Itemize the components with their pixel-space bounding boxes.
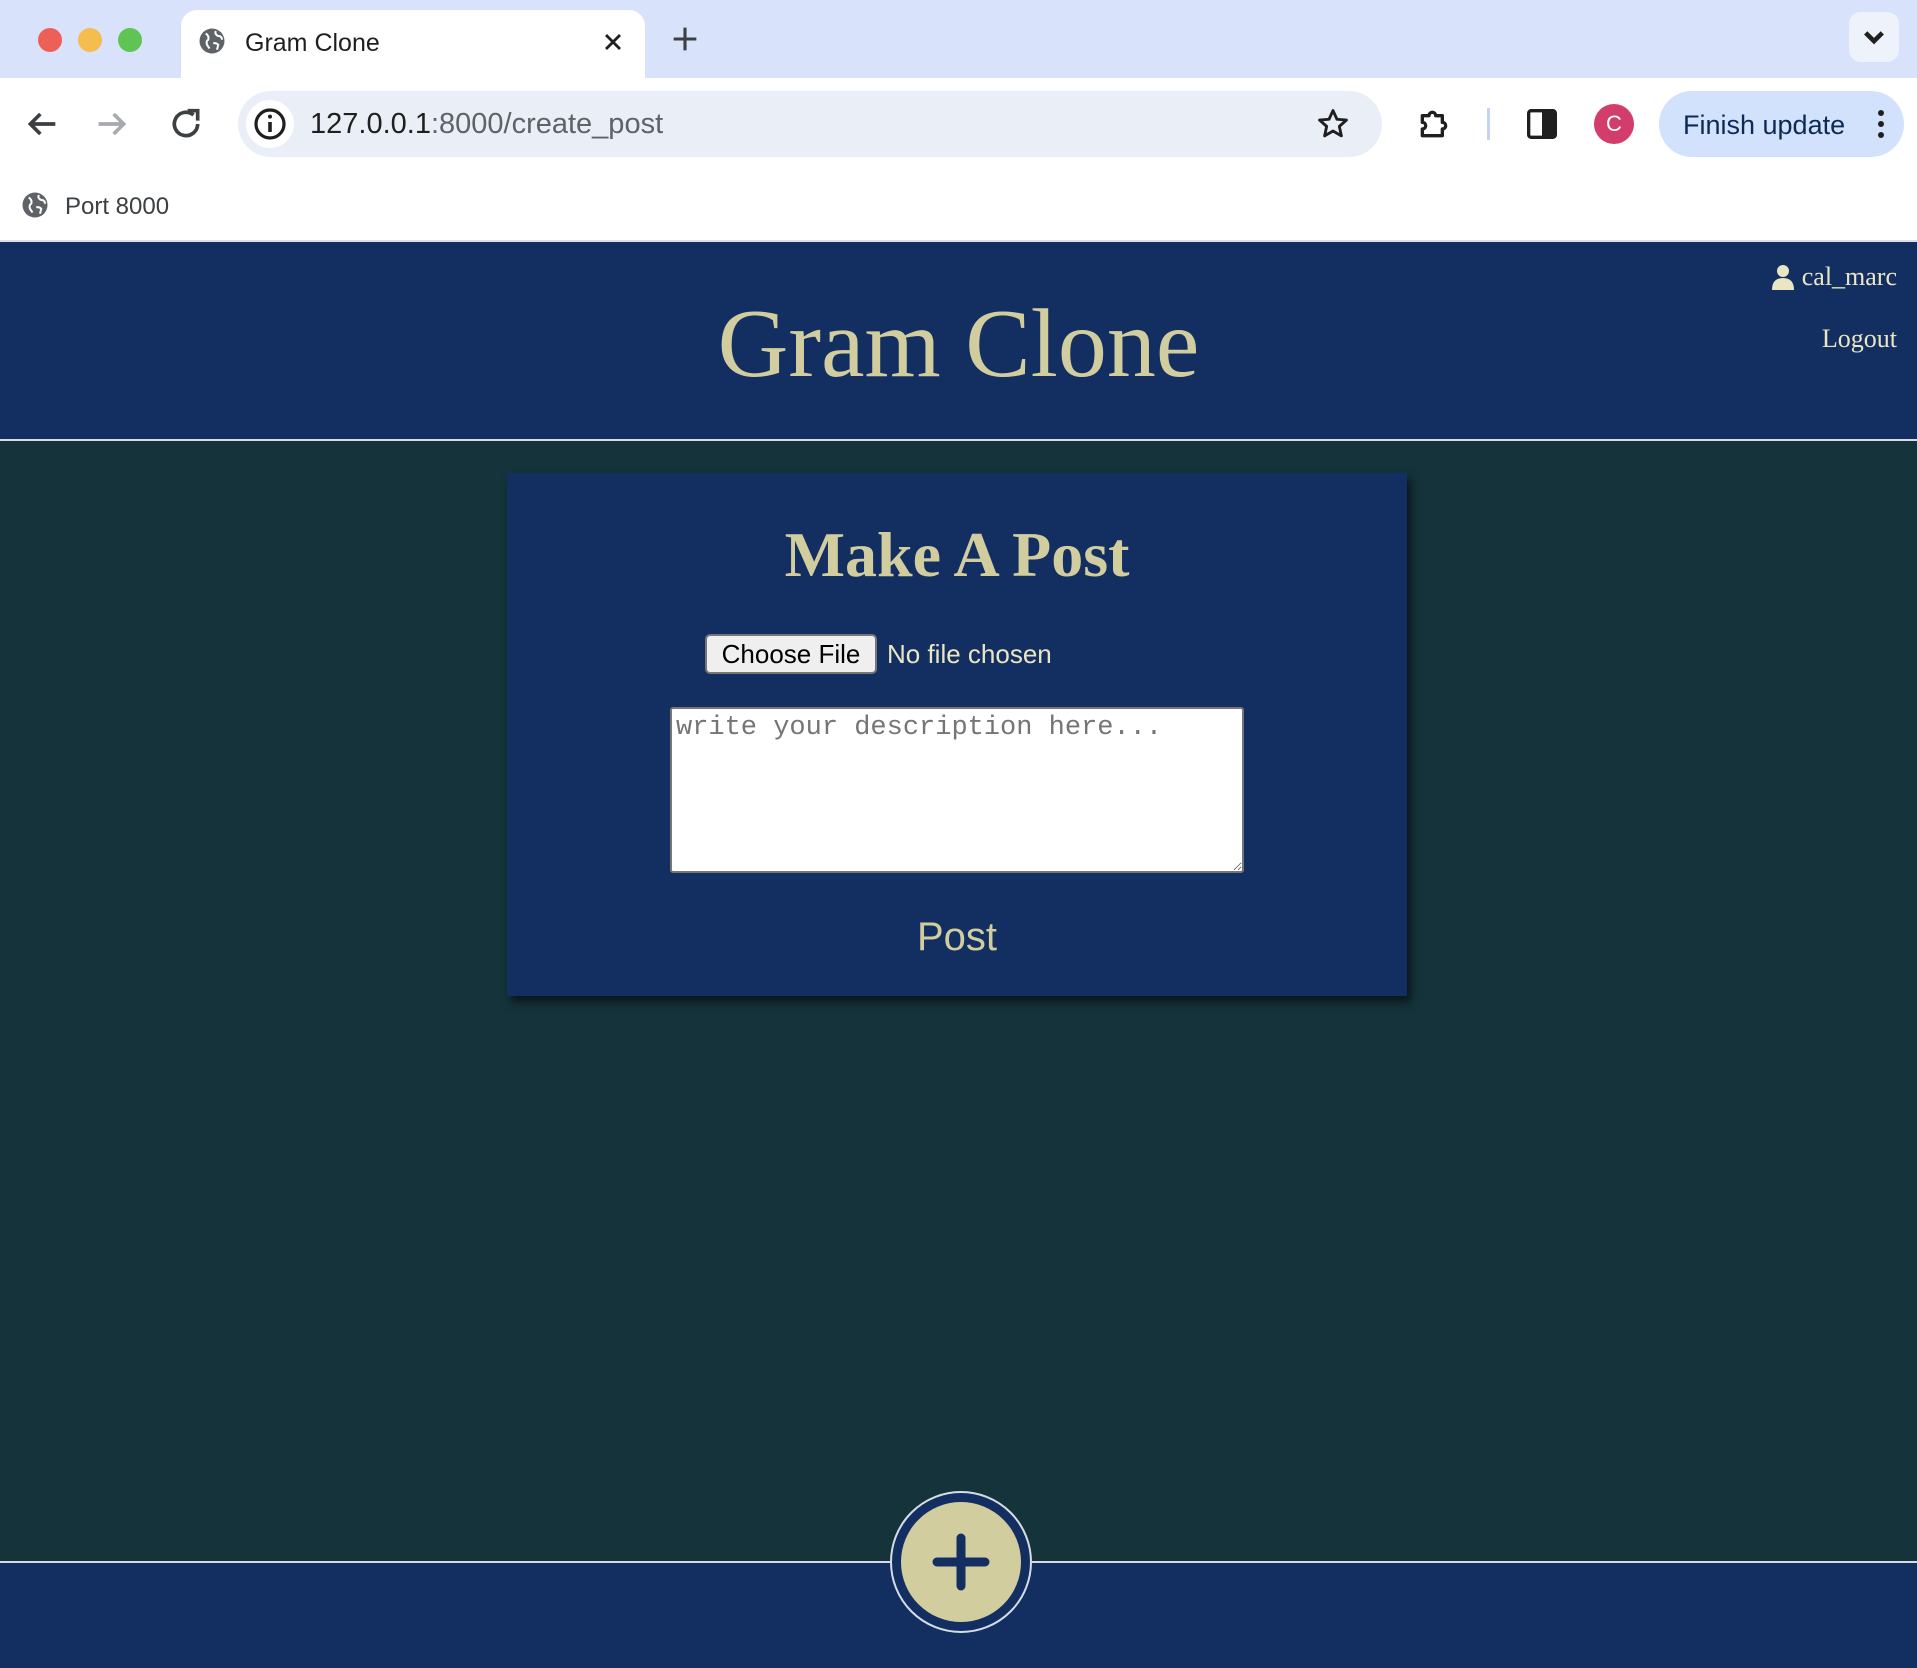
username-label: cal_marc [1801, 262, 1897, 291]
post-submit-button[interactable]: Post [507, 915, 1407, 960]
bookmarks-bar: Port 8000 [0, 170, 1917, 242]
create-post-card: Make A Post Choose File No file chosen P… [507, 473, 1407, 996]
file-status: No file chosen [887, 639, 1052, 669]
back-arrow-icon[interactable] [22, 104, 62, 144]
tab-search-button[interactable] [1849, 12, 1899, 62]
window-zoom-button[interactable] [118, 28, 142, 52]
site-title[interactable]: Gram Clone [0, 288, 1917, 400]
forward-arrow-icon[interactable] [92, 104, 132, 144]
browser-tab[interactable]: Gram Clone [181, 10, 645, 78]
card-title: Make A Post [784, 519, 1130, 590]
toolbar-divider [1487, 108, 1490, 140]
url-path: :8000/create_post [430, 108, 664, 140]
plus-icon [932, 1533, 990, 1591]
url-host: 127.0.0.1 [310, 108, 431, 140]
description-textarea[interactable] [670, 707, 1244, 873]
finish-update-label: Finish update [1683, 110, 1846, 140]
profile-avatar[interactable]: C [1594, 104, 1634, 144]
choose-file-button[interactable]: Choose File [705, 634, 877, 674]
chevron-down-icon [1864, 31, 1884, 45]
profile-link[interactable]: cal_marc [1771, 262, 1897, 292]
address-bar[interactable]: 127.0.0.1:8000/create_post [238, 91, 1382, 157]
more-vert-icon [1878, 110, 1884, 138]
logout-link[interactable]: Logout [1822, 324, 1897, 354]
site-header: Gram Clone cal_marc Logout [0, 242, 1917, 441]
user-icon [1771, 265, 1794, 290]
url-text[interactable]: 127.0.0.1:8000/create_post [310, 108, 663, 141]
browser-tab-strip: Gram Clone [0, 0, 1917, 78]
site-info-button[interactable] [246, 100, 294, 148]
info-icon [254, 108, 286, 140]
close-icon[interactable] [599, 28, 627, 56]
bookmark-star-icon[interactable] [1314, 105, 1352, 143]
bookmark-label: Port 8000 [65, 193, 170, 220]
globe-icon [199, 28, 225, 54]
finish-update-button[interactable]: Finish update [1659, 91, 1904, 157]
new-tab-icon[interactable] [668, 22, 702, 56]
add-post-button[interactable] [901, 1502, 1021, 1622]
tab-title: Gram Clone [245, 29, 380, 57]
side-panel-icon[interactable] [1522, 104, 1562, 144]
reload-icon[interactable] [166, 104, 206, 144]
globe-icon [22, 192, 48, 218]
browser-toolbar: 127.0.0.1:8000/create_post C Finish upda… [0, 78, 1917, 170]
extensions-puzzle-icon[interactable] [1414, 104, 1454, 144]
window-close-button[interactable] [38, 28, 62, 52]
window-minimize-button[interactable] [78, 28, 102, 52]
